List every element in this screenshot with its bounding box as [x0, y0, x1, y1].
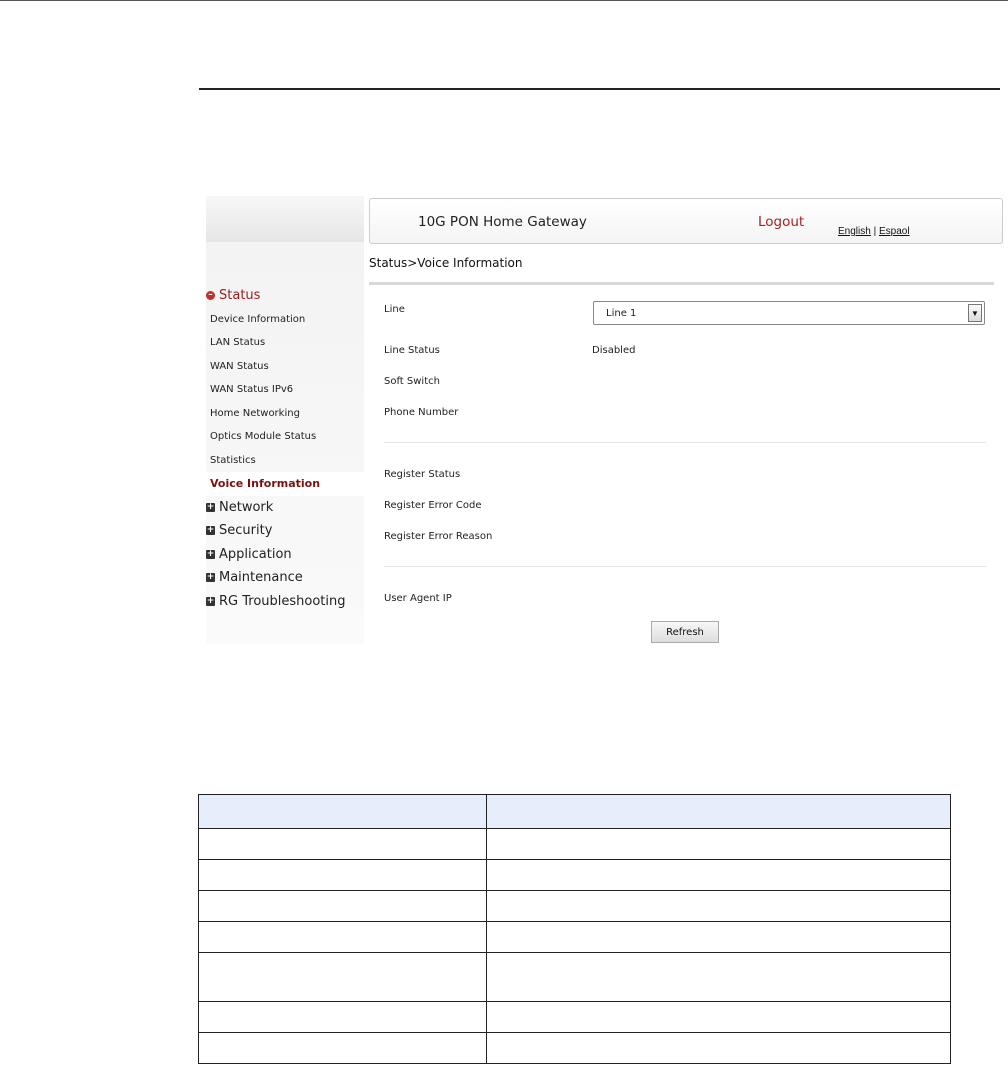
- language-spanish-link[interactable]: Espaol: [879, 226, 910, 237]
- sidebar-item-lan-status[interactable]: LAN Status: [206, 331, 364, 355]
- sidebar: – Status Device Information LAN Status W…: [206, 196, 364, 644]
- sidebar-item-statistics[interactable]: Statistics: [206, 449, 364, 473]
- table-row: [198, 1001, 951, 1033]
- plus-box-icon: +: [206, 595, 215, 606]
- sidebar-category-security[interactable]: + Security: [206, 519, 364, 543]
- page-header-rule: [199, 88, 1000, 90]
- plus-box-icon: +: [206, 572, 215, 583]
- breadcrumb-divider: [369, 282, 994, 285]
- table-cell: [486, 952, 951, 1002]
- sidebar-item-device-information[interactable]: Device Information: [206, 308, 364, 332]
- line-label: Line: [384, 304, 405, 315]
- table-cell: [486, 1001, 951, 1033]
- plus-box-icon: +: [206, 548, 215, 559]
- sidebar-category-status[interactable]: – Status: [206, 284, 364, 308]
- table-cell: [486, 828, 951, 860]
- table-cell: [198, 859, 487, 891]
- sidebar-item-optics-module-status[interactable]: Optics Module Status: [206, 425, 364, 449]
- chevron-down-icon[interactable]: ▼: [968, 304, 982, 322]
- sidebar-category-label: Network: [219, 499, 274, 515]
- sidebar-category-label: Security: [219, 523, 273, 539]
- sidebar-category-label: Application: [219, 546, 292, 562]
- parameter-table: [198, 794, 951, 1064]
- top-bar: 10G PON Home Gateway Logout English | Es…: [369, 198, 1003, 244]
- table-row: [198, 921, 951, 953]
- refresh-button[interactable]: Refresh: [651, 621, 719, 643]
- page-top-rule: [0, 0, 1008, 1]
- language-english-link[interactable]: English: [838, 226, 871, 237]
- table-header-cell: [198, 794, 487, 829]
- table-row: [198, 952, 951, 1002]
- table-cell: [198, 952, 487, 1002]
- table-row: [198, 859, 951, 891]
- table-row: [198, 828, 951, 860]
- soft-switch-label: Soft Switch: [384, 376, 440, 387]
- line-select-value: Line 1: [606, 308, 637, 319]
- section-divider: [384, 442, 986, 443]
- sidebar-header: [206, 196, 364, 242]
- table-cell: [486, 890, 951, 922]
- section-divider: [384, 566, 986, 567]
- sidebar-category-label: Status: [219, 288, 261, 304]
- line-status-label: Line Status: [384, 345, 440, 356]
- table-cell: [198, 1032, 487, 1064]
- table-row: [198, 890, 951, 922]
- sidebar-category-application[interactable]: + Application: [206, 543, 364, 567]
- minus-circle-icon: –: [206, 291, 215, 301]
- language-switcher: English | Espaol: [838, 226, 910, 237]
- table-header-row: [198, 794, 951, 829]
- table-cell: [198, 921, 487, 953]
- sidebar-category-maintenance[interactable]: + Maintenance: [206, 566, 364, 590]
- sidebar-category-label: RG Troubleshooting: [219, 593, 346, 609]
- table-cell: [486, 921, 951, 953]
- line-status-value: Disabled: [592, 345, 636, 356]
- plus-box-icon: +: [206, 501, 215, 512]
- logout-link[interactable]: Logout: [758, 214, 804, 230]
- sidebar-category-network[interactable]: + Network: [206, 496, 364, 520]
- sidebar-item-voice-information[interactable]: Voice Information: [206, 472, 364, 496]
- language-separator: |: [873, 226, 877, 237]
- app-title: 10G PON Home Gateway: [418, 214, 587, 230]
- register-error-reason-label: Register Error Reason: [384, 531, 493, 542]
- table-header-cell: [486, 794, 951, 829]
- sidebar-item-wan-status-ipv6[interactable]: WAN Status IPv6: [206, 378, 364, 402]
- table-cell: [486, 1032, 951, 1064]
- phone-number-label: Phone Number: [384, 407, 459, 418]
- table-cell: [198, 828, 487, 860]
- line-select[interactable]: Line 1 ▼: [593, 301, 985, 325]
- gateway-screenshot: – Status Device Information LAN Status W…: [206, 196, 1003, 648]
- sidebar-category-label: Maintenance: [219, 570, 303, 586]
- register-error-code-label: Register Error Code: [384, 500, 482, 511]
- user-agent-ip-label: User Agent IP: [384, 593, 452, 604]
- breadcrumb: Status>Voice Information: [369, 256, 523, 270]
- sidebar-item-wan-status[interactable]: WAN Status: [206, 355, 364, 379]
- sidebar-nav: – Status Device Information LAN Status W…: [206, 284, 364, 613]
- table-cell: [198, 1001, 487, 1033]
- sidebar-item-home-networking[interactable]: Home Networking: [206, 402, 364, 426]
- table-cell: [198, 890, 487, 922]
- sidebar-category-rg-troubleshooting[interactable]: + RG Troubleshooting: [206, 590, 364, 614]
- table-row: [198, 1032, 951, 1064]
- table-cell: [486, 859, 951, 891]
- register-status-label: Register Status: [384, 469, 461, 480]
- plus-box-icon: +: [206, 525, 215, 536]
